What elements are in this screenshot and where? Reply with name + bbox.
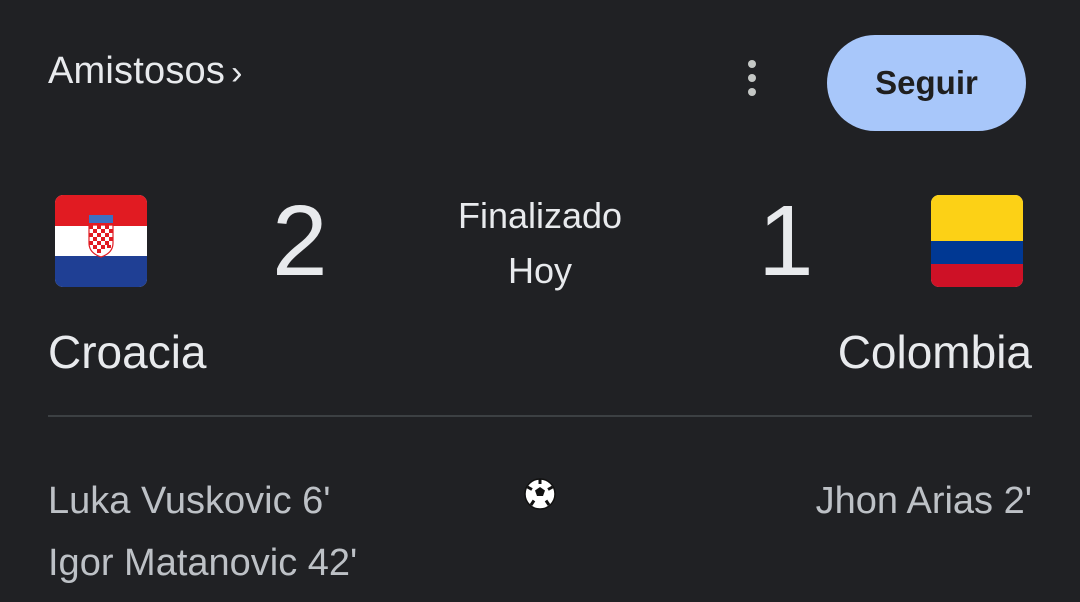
away-score: 1: [758, 185, 814, 297]
match-date: Hoy: [507, 250, 573, 291]
away-team-name[interactable]: Colombia: [838, 325, 1032, 379]
follow-button[interactable]: Seguir: [827, 35, 1026, 131]
chevron-right-icon: ›: [231, 53, 243, 92]
away-scorers: Jhon Arias 2': [816, 470, 1032, 532]
competition-link[interactable]: Amistosos ›: [48, 50, 243, 93]
soccer-ball-icon: [524, 478, 556, 510]
competition-name: Amistosos: [48, 50, 226, 92]
away-scorer: Jhon Arias 2': [815, 480, 1032, 522]
home-scorer: Igor Matanovic 42': [48, 542, 358, 584]
match-status: Finalizado: [457, 195, 623, 236]
home-team-name[interactable]: Croacia: [48, 325, 207, 379]
home-scorers: Luka Vuskovic 6' Igor Matanovic 42': [48, 470, 357, 594]
divider: [48, 415, 1032, 417]
colombia-flag-icon: [931, 195, 1023, 287]
more-vert-icon[interactable]: [740, 58, 764, 98]
home-scorer: Luka Vuskovic 6': [48, 480, 331, 522]
